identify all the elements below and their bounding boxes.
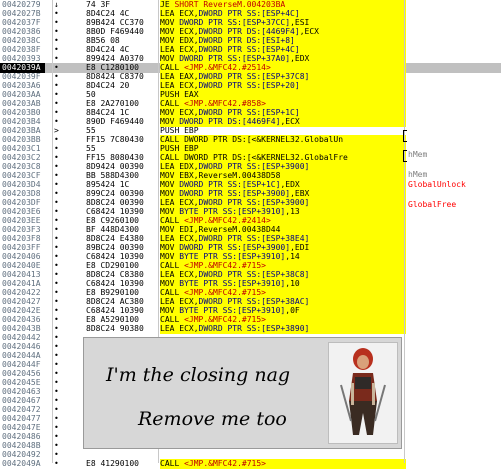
nag-title-line: I'm the closing nag bbox=[106, 364, 291, 386]
comment-bracket-1 bbox=[403, 130, 407, 142]
nag-message-line: Remove me too bbox=[138, 408, 287, 430]
comment-bracket-2 bbox=[403, 150, 407, 162]
portrait-figure-icon bbox=[329, 343, 397, 443]
hex-dump-cell: E8 41290100 bbox=[86, 459, 139, 468]
comment-value: GlobalFree bbox=[408, 200, 457, 209]
character-portrait-image bbox=[328, 342, 398, 444]
jump-arrow-icon: • bbox=[54, 459, 59, 468]
column-separator-address bbox=[52, 0, 53, 463]
column-separator-comments bbox=[404, 0, 405, 463]
nag-window[interactable]: I'm the closing nag Remove me too bbox=[83, 337, 402, 449]
address-cell: 0042049A bbox=[2, 459, 41, 468]
disassembly-cell: CALL <JMP.&MFC42.#715> bbox=[160, 459, 406, 469]
disasm-row[interactable]: 0042049A • E8 41290100 CALL <JMP.&MFC42.#71… bbox=[0, 459, 501, 469]
comment-globalfree: hMem GlobalFree bbox=[408, 150, 456, 220]
comment-label: hMem bbox=[408, 170, 428, 179]
